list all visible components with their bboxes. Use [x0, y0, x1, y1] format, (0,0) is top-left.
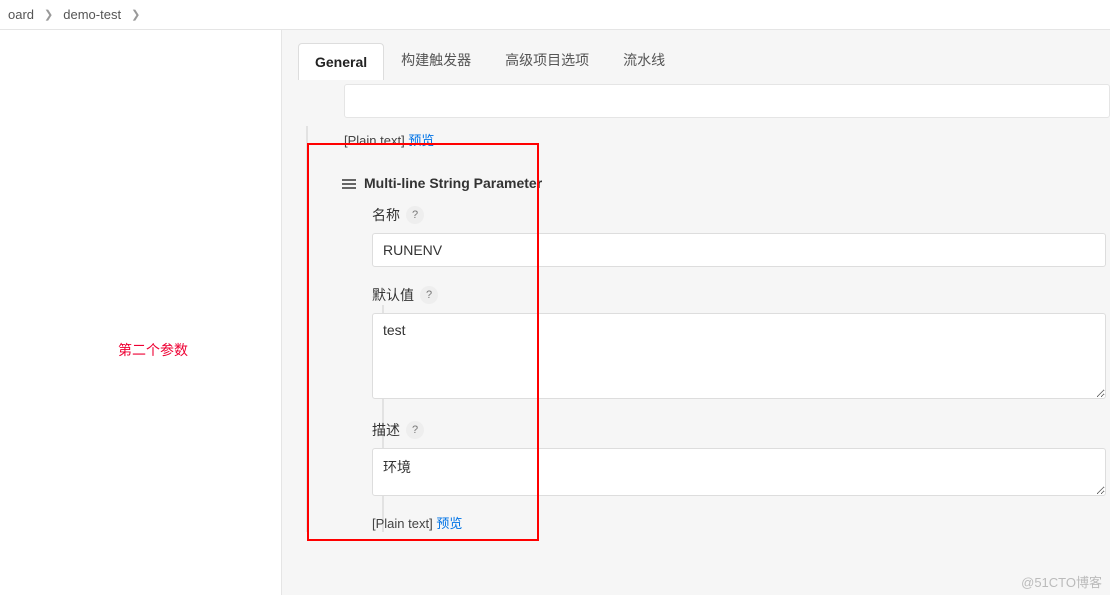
plain-text-label: [Plain text] — [344, 133, 408, 148]
breadcrumb: oard ❯ demo-test ❯ — [0, 0, 1110, 30]
tab-pipeline[interactable]: 流水线 — [606, 39, 682, 80]
left-sidebar: 第二个参数 — [0, 30, 282, 595]
annotation-label: 第二个参数 — [118, 340, 188, 360]
label-text: 名称 — [372, 205, 400, 225]
breadcrumb-item[interactable]: demo-test — [59, 7, 125, 22]
parameter-section: Multi-line String Parameter 名称 ? 默认值 ? — [344, 175, 1110, 532]
tree-line — [306, 126, 308, 532]
preview-row: [Plain text] 预览 — [344, 130, 1110, 149]
description-textarea[interactable] — [372, 448, 1106, 496]
field-label-description: 描述 ? — [372, 420, 1110, 440]
chevron-right-icon: ❯ — [125, 8, 146, 21]
plain-text-label: [Plain text] — [372, 516, 436, 531]
field-label-default: 默认值 ? — [372, 285, 1110, 305]
default-value-textarea[interactable] — [372, 313, 1106, 399]
tab-build-triggers[interactable]: 构建触发器 — [384, 39, 488, 80]
field-label-name: 名称 ? — [372, 205, 1110, 225]
preview-row: [Plain text] 预览 — [372, 513, 1110, 532]
previous-param-box — [344, 84, 1110, 118]
label-text: 描述 — [372, 420, 400, 440]
preview-link[interactable]: 预览 — [436, 516, 462, 531]
label-text: 默认值 — [372, 285, 414, 305]
help-icon[interactable]: ? — [406, 421, 424, 439]
chevron-right-icon: ❯ — [38, 8, 59, 21]
section-title: Multi-line String Parameter — [364, 175, 542, 191]
tab-general[interactable]: General — [298, 43, 384, 80]
config-tabs: General 构建触发器 高级项目选项 流水线 — [292, 40, 1110, 80]
breadcrumb-item[interactable]: oard — [4, 7, 38, 22]
watermark: @51CTO博客 — [1021, 572, 1102, 591]
drag-handle-icon[interactable] — [340, 177, 358, 193]
config-panel: General 构建触发器 高级项目选项 流水线 [Plain text] 预览… — [282, 30, 1110, 595]
help-icon[interactable]: ? — [406, 206, 424, 224]
preview-link[interactable]: 预览 — [408, 133, 434, 148]
tab-advanced-options[interactable]: 高级项目选项 — [488, 39, 606, 80]
name-input[interactable] — [372, 233, 1106, 267]
help-icon[interactable]: ? — [420, 286, 438, 304]
